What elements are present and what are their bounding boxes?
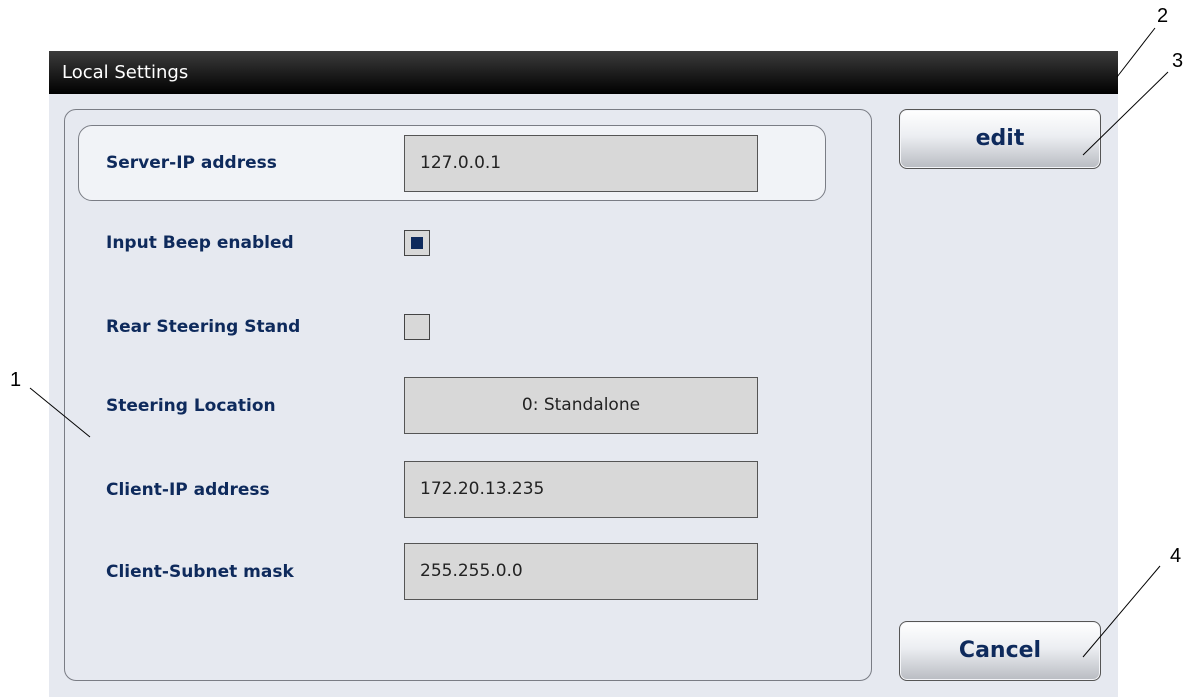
settings-panel: Server-IP address 127.0.0.1 Input Beep e… — [64, 109, 872, 681]
client-ip-field[interactable]: 172.20.13.235 — [404, 461, 758, 518]
title-bar: Local Settings — [49, 51, 1118, 94]
checkbox-checked-mark — [411, 237, 423, 249]
server-ip-field[interactable]: 127.0.0.1 — [404, 135, 758, 192]
client-subnet-label: Client-Subnet mask — [106, 562, 294, 582]
input-beep-label: Input Beep enabled — [106, 233, 294, 253]
steering-location-label: Steering Location — [106, 396, 276, 416]
server-ip-label: Server-IP address — [106, 153, 277, 173]
client-ip-label: Client-IP address — [106, 480, 270, 500]
rear-steering-checkbox[interactable] — [404, 314, 430, 340]
window-title: Local Settings — [62, 62, 189, 83]
callout-2: 2 — [1157, 5, 1169, 27]
local-settings-window: Local Settings Server-IP address 127.0.0… — [49, 51, 1118, 697]
callout-3: 3 — [1172, 50, 1184, 72]
edit-button[interactable]: edit — [899, 109, 1101, 169]
callout-1: 1 — [10, 369, 22, 391]
rear-steering-label: Rear Steering Stand — [106, 317, 301, 337]
client-subnet-field[interactable]: 255.255.0.0 — [404, 543, 758, 600]
steering-location-selector[interactable]: 0: Standalone — [404, 377, 758, 434]
server-ip-group: Server-IP address 127.0.0.1 — [78, 125, 826, 201]
callout-4: 4 — [1170, 545, 1182, 567]
input-beep-checkbox[interactable] — [404, 230, 430, 256]
cancel-button[interactable]: Cancel — [899, 621, 1101, 681]
